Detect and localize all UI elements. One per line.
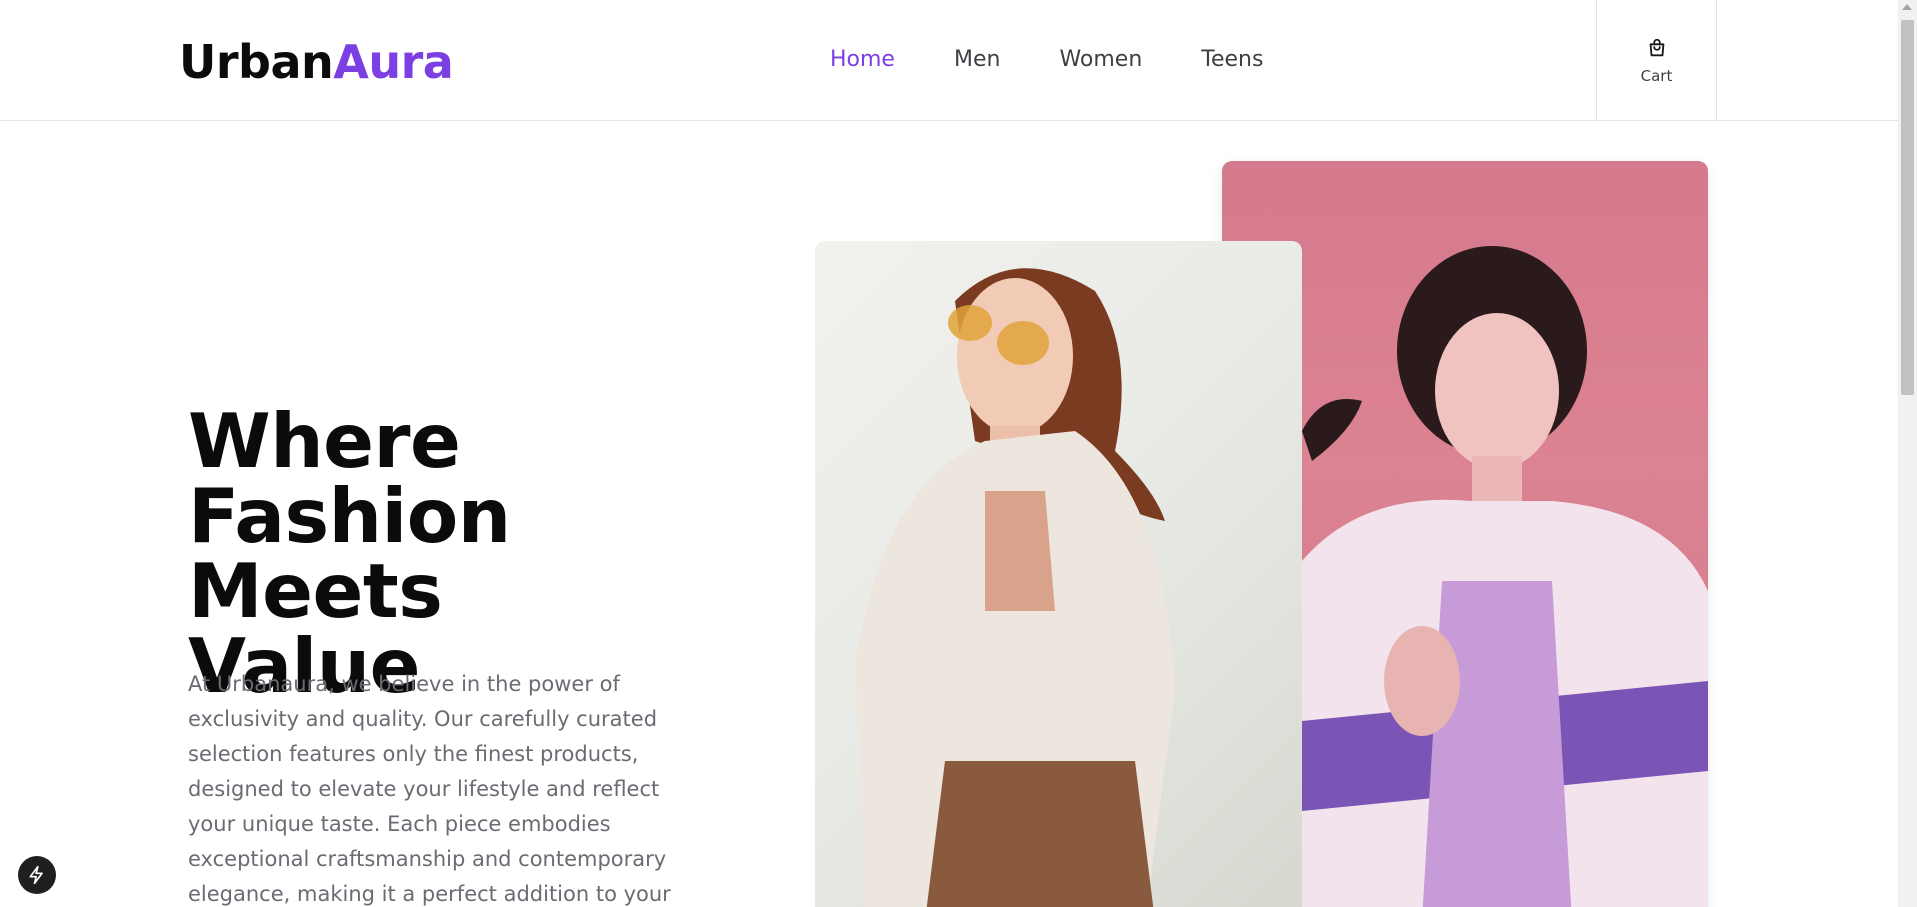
hero-title: Where Fashion Meets Value (188, 404, 748, 704)
model-light-photo-illustration (855, 268, 1175, 907)
floating-action-button[interactable] (18, 856, 56, 894)
brand-logo[interactable]: UrbanAura (179, 34, 454, 90)
nav-item-teens[interactable]: Teens (1201, 46, 1263, 74)
vertical-scrollbar[interactable] (1898, 0, 1917, 907)
scrollbar-thumb[interactable] (1901, 20, 1914, 395)
nav-item-women[interactable]: Women (1059, 46, 1142, 74)
scroll-up-arrow-icon[interactable] (1902, 4, 1912, 10)
nav-item-men[interactable]: Men (954, 46, 1000, 74)
brand-logo-part1: Urban (179, 35, 334, 89)
model-light-background-photo (815, 241, 1302, 907)
cart-label: Cart (1640, 67, 1673, 85)
shopping-bag-icon (1649, 38, 1664, 57)
cart-button[interactable]: Cart (1596, 0, 1717, 121)
lightning-bolt-icon (29, 865, 43, 885)
brand-logo-part2: Aura (333, 35, 454, 89)
hero-description: At Urbanaura, we believe in the power of… (188, 672, 671, 906)
hero-title-line2: Fashion Meets (188, 472, 511, 635)
main-nav: Home Men Women Teens (830, 46, 1263, 74)
nav-item-home[interactable]: Home (830, 46, 895, 74)
site-header: UrbanAura Home Men Women Teens Cart (0, 0, 1898, 121)
